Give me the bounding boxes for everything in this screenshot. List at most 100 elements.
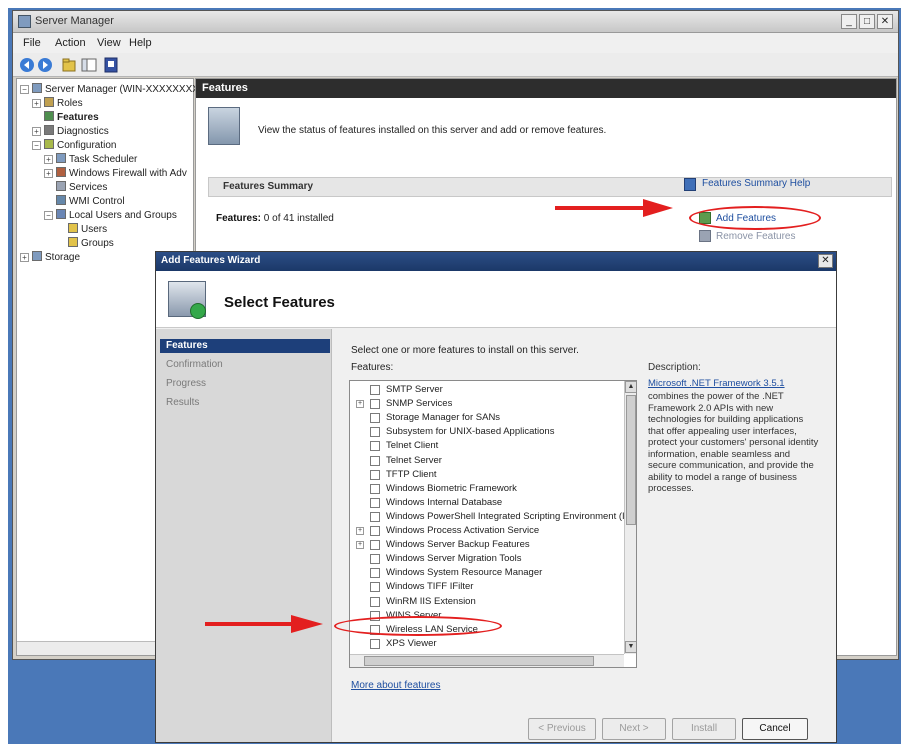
feature-row[interactable]: Storage Manager for SANs xyxy=(350,411,622,425)
feature-checkbox[interactable] xyxy=(370,596,380,607)
feature-row[interactable]: Windows TIFF IFilter xyxy=(350,580,622,594)
tree-item[interactable]: + Windows Firewall with Adv xyxy=(44,167,187,181)
tree-expander[interactable]: + xyxy=(20,253,29,262)
menu-file[interactable]: File xyxy=(23,37,41,49)
install-button[interactable]: Install xyxy=(672,718,736,740)
tree-item[interactable]: + Roles xyxy=(32,97,83,111)
feature-checkbox[interactable] xyxy=(370,540,380,551)
tree-item-label: Features xyxy=(57,112,99,123)
minimize-button[interactable]: _ xyxy=(841,14,857,29)
tree-item[interactable]: + Storage xyxy=(20,251,80,265)
feature-row[interactable]: + Windows Server Backup Features xyxy=(350,538,622,552)
tree-item[interactable]: Users xyxy=(56,223,107,237)
tree-expander[interactable]: − xyxy=(44,211,53,220)
wizard-close-button[interactable]: ✕ xyxy=(818,254,833,268)
feature-row[interactable]: Windows Internal Database xyxy=(350,496,622,510)
feature-checkbox[interactable] xyxy=(370,441,380,452)
feature-label: TFTP Client xyxy=(386,468,437,480)
menu-action[interactable]: Action xyxy=(55,37,86,49)
tree-expander[interactable]: − xyxy=(20,85,29,94)
tree-item[interactable]: − Local Users and Groups xyxy=(44,209,177,223)
scroll-thumb[interactable] xyxy=(626,395,636,525)
horizontal-scroll-thumb[interactable] xyxy=(364,656,594,666)
tree-item-label: WMI Control xyxy=(69,196,125,207)
feature-checkbox[interactable] xyxy=(370,385,380,395)
scroll-up-button[interactable]: ▲ xyxy=(625,381,636,393)
feature-checkbox[interactable] xyxy=(370,568,380,579)
remove-features-link[interactable]: Remove Features xyxy=(716,231,795,242)
description-feature-link[interactable]: Microsoft .NET Framework 3.5.1 xyxy=(648,378,820,389)
feature-checkbox[interactable] xyxy=(370,427,380,438)
feature-checkbox[interactable] xyxy=(370,455,380,466)
menu-view[interactable]: View xyxy=(97,37,121,49)
roles-icon xyxy=(44,97,54,107)
tree-item[interactable]: − Server Manager (WIN-XXXXXXXX) xyxy=(20,83,202,97)
wizard-instructions: Select one or more features to install o… xyxy=(351,345,579,356)
step-confirmation: Confirmation xyxy=(166,359,223,370)
features-status: 0 of 41 installed xyxy=(263,213,334,224)
feature-row[interactable]: Windows System Resource Manager xyxy=(350,566,622,580)
feature-row[interactable]: Subsystem for UNIX-based Applications xyxy=(350,425,622,439)
tree-item[interactable]: Features xyxy=(32,111,99,125)
scroll-down-button[interactable]: ▼ xyxy=(625,641,636,653)
feature-label: SMTP Server xyxy=(386,384,443,395)
menu-help[interactable]: Help xyxy=(129,37,152,49)
feature-row[interactable]: Telnet Client xyxy=(350,439,622,453)
maximize-button[interactable]: □ xyxy=(859,14,875,29)
feature-checkbox[interactable] xyxy=(370,469,380,480)
tree-item[interactable]: WMI Control xyxy=(44,195,125,209)
tree-expander[interactable]: + xyxy=(32,127,41,136)
services-icon xyxy=(56,181,66,191)
folder-icon xyxy=(68,223,78,233)
tree-item-label: Configuration xyxy=(57,140,117,151)
feature-checkbox[interactable] xyxy=(370,511,380,522)
highlight-oval-wireless-lan xyxy=(334,616,502,636)
help-icon[interactable] xyxy=(103,57,119,73)
features-summary-help-link[interactable]: Features Summary Help xyxy=(702,178,810,189)
tree-item[interactable]: + Task Scheduler xyxy=(44,153,137,167)
feature-checkbox[interactable] xyxy=(370,526,380,536)
feature-expander[interactable]: + xyxy=(356,527,364,535)
features-vertical-scrollbar[interactable]: ▲ ▼ xyxy=(624,381,636,654)
feature-checkbox[interactable] xyxy=(370,413,380,424)
feature-checkbox[interactable] xyxy=(370,554,380,565)
more-about-features-link[interactable]: More about features xyxy=(351,680,441,691)
step-features[interactable]: Features xyxy=(160,339,330,353)
tree-expander[interactable]: + xyxy=(32,99,41,108)
tree-item[interactable]: + Diagnostics xyxy=(32,125,109,139)
feature-row[interactable]: SMTP Server xyxy=(350,383,622,397)
feature-label: Subsystem for UNIX-based Applications xyxy=(386,426,555,438)
feature-row[interactable]: WinRM IIS Extension xyxy=(350,595,622,609)
feature-row[interactable]: Windows Server Migration Tools xyxy=(350,552,622,566)
previous-button[interactable]: < Previous xyxy=(528,718,596,740)
up-icon[interactable] xyxy=(61,57,77,73)
tree-item[interactable]: − Configuration xyxy=(32,139,116,153)
close-button[interactable]: ✕ xyxy=(877,14,893,29)
feature-row[interactable]: XPS Viewer xyxy=(350,637,622,651)
feature-row[interactable]: + Windows Process Activation Service xyxy=(350,524,622,538)
tree-item[interactable]: Services xyxy=(44,181,107,195)
feature-checkbox[interactable] xyxy=(370,638,380,649)
feature-checkbox[interactable] xyxy=(370,399,380,410)
cancel-button[interactable]: Cancel xyxy=(742,718,808,740)
feature-expander[interactable]: + xyxy=(356,541,364,550)
tree-expander[interactable]: − xyxy=(32,141,41,150)
feature-checkbox[interactable] xyxy=(370,483,380,494)
feature-row[interactable]: Windows PowerShell Integrated Scripting … xyxy=(350,510,631,524)
back-icon[interactable] xyxy=(19,57,35,73)
next-button[interactable]: Next > xyxy=(602,718,666,740)
tree-item[interactable]: Groups xyxy=(56,237,114,251)
tree-item-label: Diagnostics xyxy=(57,126,109,137)
feature-checkbox[interactable] xyxy=(370,497,380,508)
features-horizontal-scrollbar[interactable] xyxy=(350,654,624,667)
forward-icon[interactable] xyxy=(37,57,53,73)
tree-expander[interactable]: + xyxy=(44,155,53,164)
tree-expander[interactable]: + xyxy=(44,169,53,178)
feature-expander[interactable]: + xyxy=(356,400,364,409)
feature-checkbox[interactable] xyxy=(370,582,380,593)
show-hide-tree-icon[interactable] xyxy=(81,57,97,73)
feature-row[interactable]: + SNMP Services xyxy=(350,397,622,411)
feature-row[interactable]: Telnet Server xyxy=(350,454,622,468)
feature-row[interactable]: Windows Biometric Framework xyxy=(350,482,622,496)
feature-row[interactable]: TFTP Client xyxy=(350,468,622,482)
